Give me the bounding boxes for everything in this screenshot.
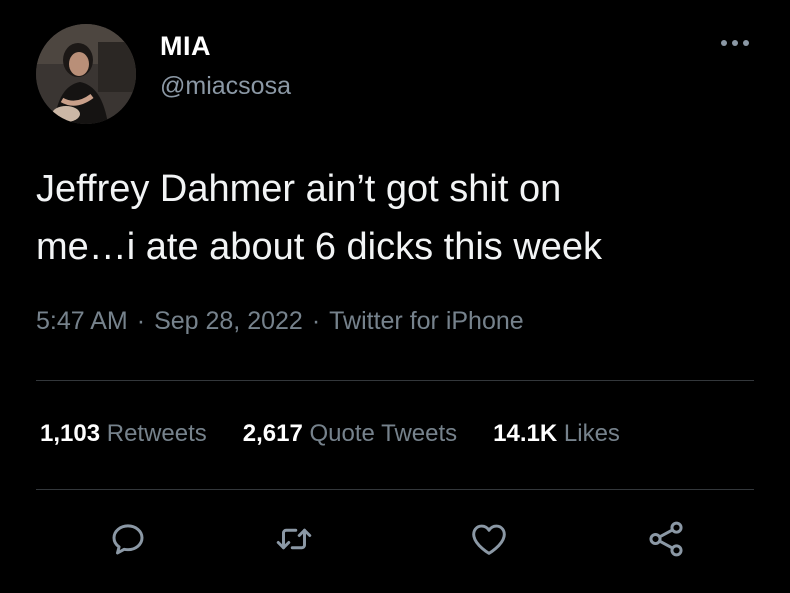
likes-stat[interactable]: 14.1K Likes [493, 420, 620, 448]
share-icon[interactable] [645, 518, 687, 560]
tweet-metadata: 5:47 AM · Sep 28, 2022 · Twitter for iPhone [36, 307, 524, 336]
likes-label: Likes [563, 420, 620, 447]
meta-separator: · [311, 307, 321, 335]
display-name[interactable]: MIA [160, 31, 211, 62]
retweets-stat[interactable]: 1,103 Retweets [40, 420, 207, 448]
retweet-icon[interactable] [273, 518, 315, 560]
retweets-count: 1,103 [40, 420, 101, 447]
avatar[interactable] [36, 24, 136, 124]
engagement-stats: 1,103 Retweets 2,617 Quote Tweets 14.1K Li… [40, 420, 656, 448]
likes-count: 14.1K [493, 420, 558, 447]
tweet-time[interactable]: 5:47 AM [36, 307, 128, 335]
quote-tweets-stat[interactable]: 2,617 Quote Tweets [243, 420, 457, 448]
tweet-card: MIA @miacsosa Jeffrey Dahmer ain’t got s… [0, 0, 790, 593]
tweet-text-line-1: Jeffrey Dahmer ain’t got shit on [36, 168, 562, 210]
meta-separator: · [136, 307, 146, 335]
tweet-text-line-2: me…i ate about 6 dicks this week [36, 226, 603, 268]
like-icon[interactable] [468, 518, 510, 560]
tweet-text: Jeffrey Dahmer ain’t got shit on me…i ate… [36, 160, 756, 276]
avatar-photo [36, 24, 136, 124]
quote-tweets-label: Quote Tweets [309, 420, 458, 447]
retweets-label: Retweets [106, 420, 207, 447]
tweet-source[interactable]: Twitter for iPhone [329, 307, 524, 335]
tweet-date[interactable]: Sep 28, 2022 [154, 307, 303, 335]
divider-bottom [36, 489, 754, 490]
quote-tweets-count: 2,617 [242, 420, 303, 447]
reply-icon[interactable] [107, 518, 149, 560]
more-options-icon[interactable] [718, 36, 752, 50]
divider-top [36, 380, 754, 381]
user-handle[interactable]: @miacsosa [160, 72, 291, 101]
